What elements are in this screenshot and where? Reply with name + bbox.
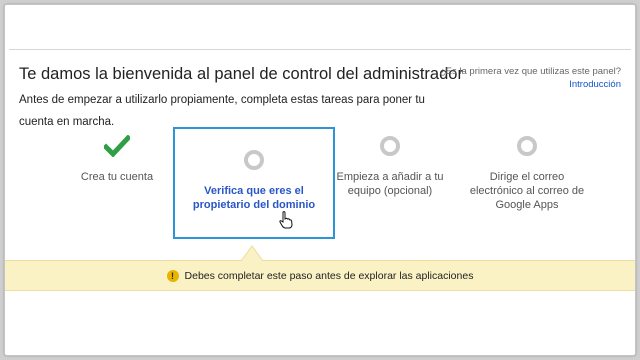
step-route-email: Dirige el correo electrónico al correo d… bbox=[468, 135, 586, 212]
step-label: Crea tu cuenta bbox=[80, 171, 154, 183]
ring-icon bbox=[380, 136, 400, 156]
warning-message: Debes completar este paso antes de explo… bbox=[184, 269, 474, 282]
intro-link[interactable]: Introducción bbox=[569, 79, 621, 90]
warning-banner-content: ! Debes completar este paso antes de exp… bbox=[5, 261, 635, 290]
banner-pointer bbox=[241, 245, 263, 261]
checkmark-icon bbox=[104, 135, 130, 157]
warning-banner: ! Debes completar este paso antes de exp… bbox=[5, 260, 635, 291]
warning-icon: ! bbox=[166, 269, 179, 282]
top-band bbox=[5, 5, 635, 49]
help-box: ¿Es la primera vez que utilizas este pan… bbox=[440, 65, 621, 91]
help-question: ¿Es la primera vez que utilizas este pan… bbox=[439, 66, 621, 77]
screenshot-frame: Te damos la bienvenida al panel de contr… bbox=[4, 4, 636, 356]
header-divider bbox=[9, 49, 631, 50]
step-add-team: Empieza a añadir a tu equipo (opcional) bbox=[335, 135, 445, 198]
page-title: Te damos la bienvenida al panel de contr… bbox=[19, 65, 463, 83]
ring-icon bbox=[244, 150, 264, 170]
step-label: Dirige el correo electrónico al correo d… bbox=[469, 171, 585, 211]
hand-cursor-icon bbox=[279, 211, 293, 229]
ring-icon bbox=[517, 136, 537, 156]
step-create-account: Crea tu cuenta bbox=[62, 135, 172, 184]
step-label: Empieza a añadir a tu equipo (opcional) bbox=[336, 171, 444, 197]
step-label: Verifica que eres el propietario del dom… bbox=[192, 185, 316, 211]
step-verify-domain[interactable]: Verifica que eres el propietario del dom… bbox=[173, 127, 335, 239]
